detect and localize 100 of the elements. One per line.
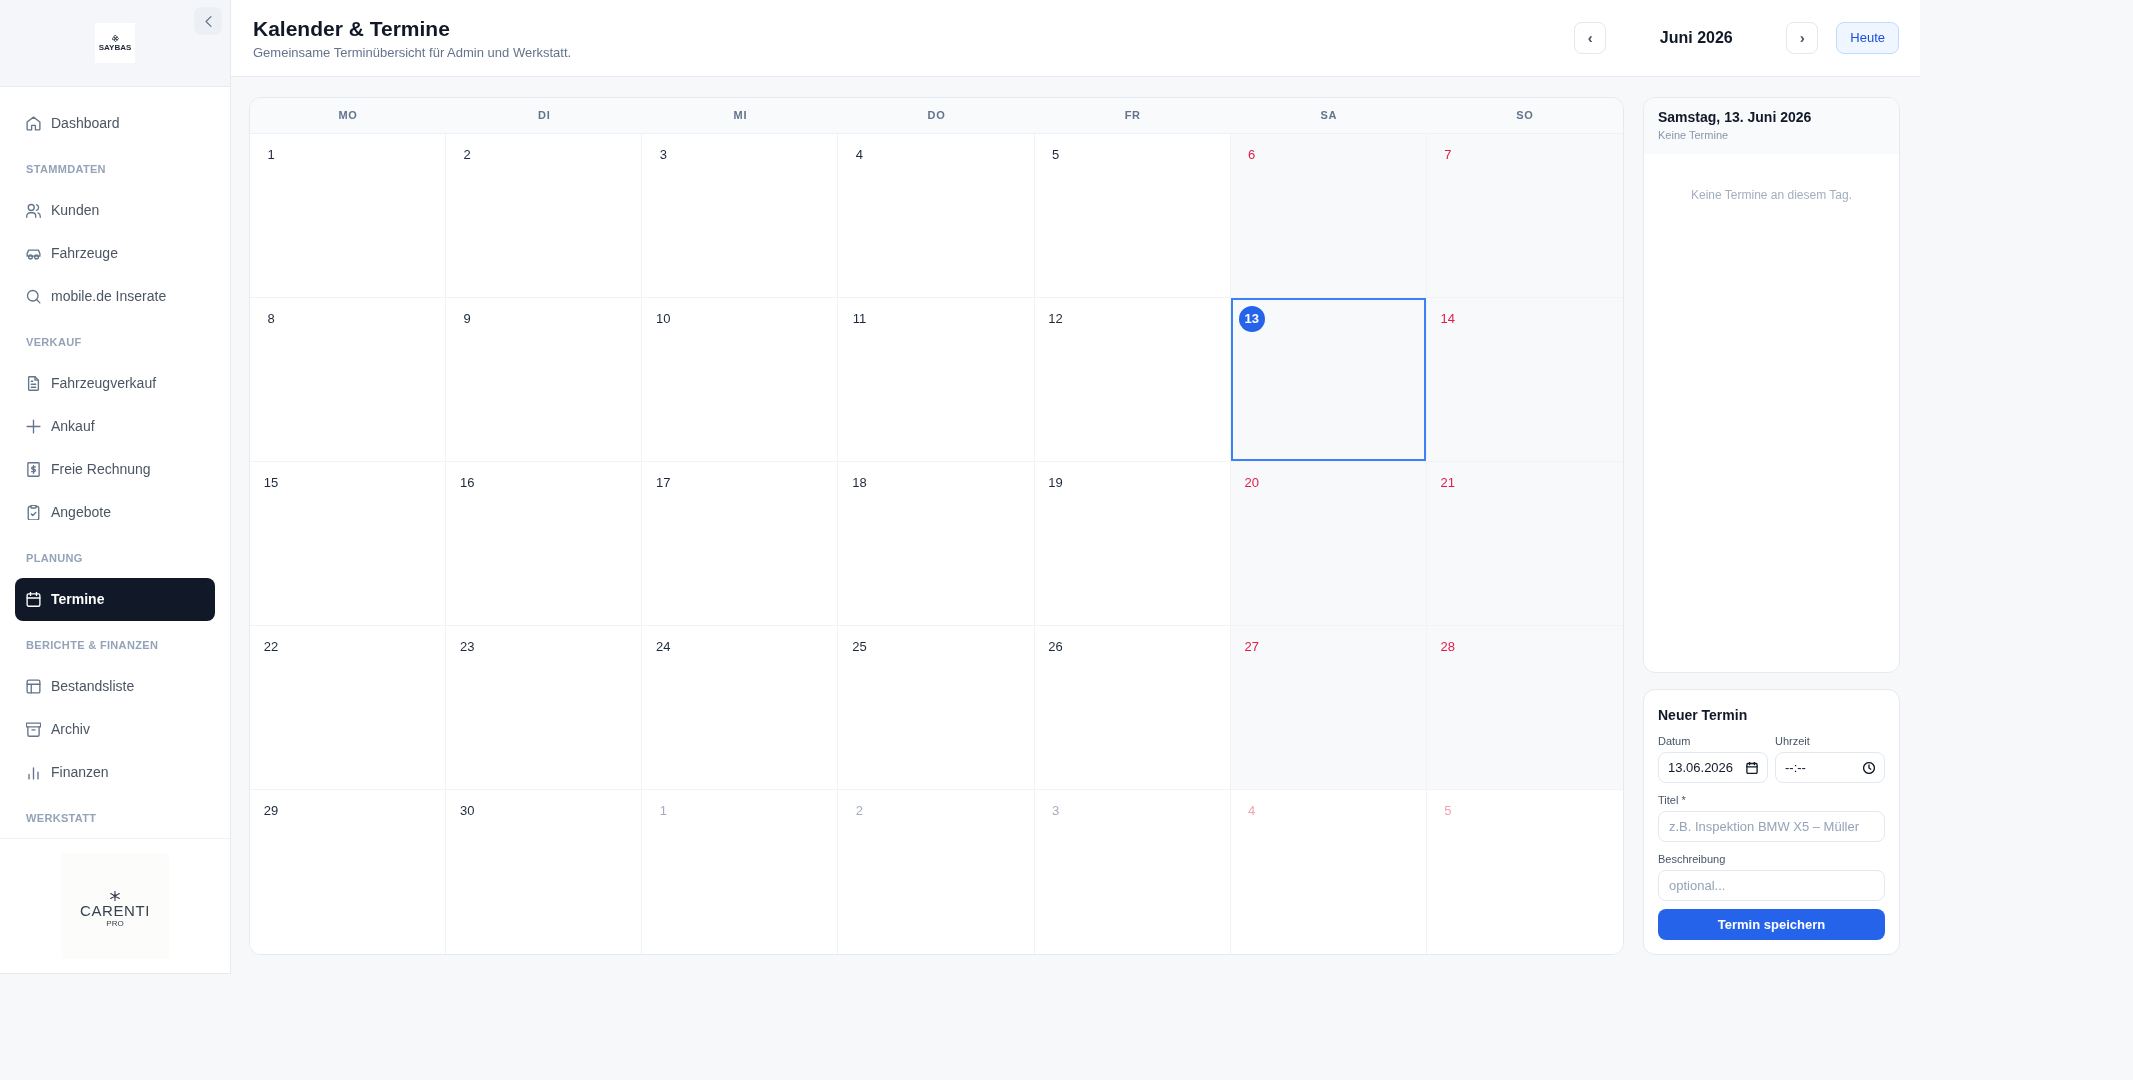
field-label: Uhrzeit — [1775, 734, 1811, 749]
snowflake-icon — [110, 890, 120, 901]
next-month-button[interactable]: › — [1786, 22, 1819, 54]
section-heading: VERKAUF — [26, 335, 83, 350]
car-icon — [26, 246, 41, 261]
nav-item[interactable]: Finanzen — [15, 751, 215, 794]
chevron-left-icon — [204, 15, 212, 27]
receipt-icon — [26, 462, 41, 477]
date-field[interactable]: 13.06.2026 — [1658, 752, 1768, 783]
day-number: 27 — [1243, 638, 1260, 657]
day-number: 30 — [458, 802, 476, 821]
day-number: 3 — [658, 146, 668, 165]
section-heading: BERICHTE & FINANZEN — [26, 638, 160, 653]
text-field[interactable]: optional... — [1658, 870, 1885, 901]
weekday-label: DI — [538, 108, 551, 124]
day-number: 13 — [1238, 306, 1265, 332]
time-field[interactable]: --:-- — [1775, 752, 1885, 783]
calendar-day[interactable]: 7 — [1426, 134, 1623, 298]
nav-item[interactable]: Ankauf — [15, 405, 215, 448]
page-title: Kalender & Termine — [253, 15, 451, 42]
calendar-day[interactable]: 20 — [1230, 462, 1427, 626]
calendar-day[interactable]: 23 — [446, 626, 643, 790]
day-number: 8 — [266, 310, 276, 329]
calendar-day[interactable]: 28 — [1426, 626, 1623, 790]
day-number: 19 — [1047, 474, 1064, 493]
nav-item[interactable]: Fahrzeuge — [15, 232, 215, 275]
collapse-button[interactable] — [194, 7, 222, 35]
calendar-day[interactable]: 22 — [250, 626, 447, 790]
calendar-day[interactable]: 29 — [250, 790, 447, 954]
calendar-day[interactable]: 5 — [1034, 134, 1231, 298]
calendar-day[interactable]: 26 — [1034, 626, 1231, 790]
calendar-day[interactable]: 18 — [838, 462, 1035, 626]
plus-icon — [26, 419, 41, 434]
field-label: Datum — [1658, 734, 1692, 749]
calendar-day[interactable]: 25 — [838, 626, 1035, 790]
nav-item[interactable]: Archiv — [15, 708, 215, 751]
calendar-day[interactable]: 8 — [250, 298, 447, 462]
document-icon — [26, 376, 41, 391]
weekday-label: SA — [1320, 108, 1338, 124]
nav-item[interactable]: Kunden — [15, 189, 215, 232]
day-number: 5 — [1050, 146, 1061, 165]
calendar-day[interactable]: 1 — [250, 134, 447, 298]
nav-item[interactable]: Angebote — [15, 491, 215, 534]
calendar-day[interactable]: 11 — [838, 298, 1035, 462]
field-label: Titel * — [1658, 793, 1687, 808]
day-number: 23 — [458, 638, 476, 657]
calendar-day[interactable]: 15 — [250, 462, 447, 626]
logo-mark-icon — [111, 34, 119, 42]
calendar-day[interactable]: 19 — [1034, 462, 1231, 626]
day-number: 21 — [1439, 474, 1457, 493]
calendar-day[interactable]: 10 — [642, 298, 839, 462]
table-layout-icon — [26, 679, 41, 694]
nav-item[interactable]: mobile.de Inserate — [15, 275, 215, 318]
calendar-day[interactable]: 21 — [1426, 462, 1623, 626]
save-appointment-button[interactable]: Termin speichern — [1658, 909, 1885, 940]
calendar-day[interactable]: 13 — [1230, 298, 1427, 462]
day-number: 10 — [655, 310, 672, 329]
day-number: 2 — [854, 802, 865, 821]
calendar-day[interactable]: 16 — [446, 462, 643, 626]
calendar-day[interactable]: 3 — [642, 134, 839, 298]
calendar-icon — [26, 592, 41, 607]
calendar-day[interactable]: 12 — [1034, 298, 1231, 462]
section-heading: WERKSTATT — [26, 811, 98, 826]
calendar-day[interactable]: 17 — [642, 462, 839, 626]
text-field[interactable]: z.B. Inspektion BMW X5 – Müller — [1658, 811, 1885, 842]
calendar-day[interactable]: 14 — [1426, 298, 1623, 462]
users-icon — [26, 203, 41, 218]
nav-item[interactable]: Dashboard — [15, 102, 215, 145]
appointment-summary: Keine Termine — [1658, 128, 1730, 143]
day-number: 12 — [1047, 310, 1064, 329]
day-number: 3 — [1050, 802, 1061, 821]
brand-name: CARENTI — [79, 901, 150, 919]
nav-item[interactable]: Fahrzeugverkauf — [15, 362, 215, 405]
weekday-label: MI — [733, 108, 748, 124]
nav-item[interactable]: Termine — [15, 578, 215, 621]
nav-item[interactable]: Freie Rechnung — [15, 448, 215, 491]
day-panel-title: Samstag, 13. Juni 2026 — [1658, 108, 1813, 127]
nav-item[interactable]: Bestandsliste — [15, 665, 215, 708]
day-number: 6 — [1247, 146, 1257, 165]
calendar-day[interactable]: 4 — [838, 134, 1035, 298]
day-number: 7 — [1443, 146, 1453, 165]
calendar-day[interactable]: 9 — [446, 298, 643, 462]
clipboard-check-icon — [26, 505, 41, 520]
calendar-day[interactable]: 27 — [1230, 626, 1427, 790]
section-heading: PLANUNG — [26, 551, 84, 566]
day-number: 11 — [851, 310, 868, 329]
weekday-label: SO — [1516, 108, 1534, 124]
weekday-label: FR — [1124, 108, 1141, 124]
day-number: 18 — [851, 474, 868, 493]
calendar-day[interactable]: 6 — [1230, 134, 1427, 298]
day-number: 15 — [262, 474, 280, 493]
archive-box-icon — [26, 722, 41, 737]
calendar-day[interactable]: 24 — [642, 626, 839, 790]
calendar-day[interactable]: 2 — [446, 134, 643, 298]
field-label: Beschreibung — [1658, 852, 1727, 867]
day-number: 1 — [266, 146, 276, 165]
day-number: 22 — [262, 638, 280, 657]
previous-month-button[interactable]: ‹ — [1574, 22, 1607, 54]
today-button[interactable]: Heute — [1836, 22, 1899, 54]
brand-tagline: PRO — [106, 918, 124, 928]
